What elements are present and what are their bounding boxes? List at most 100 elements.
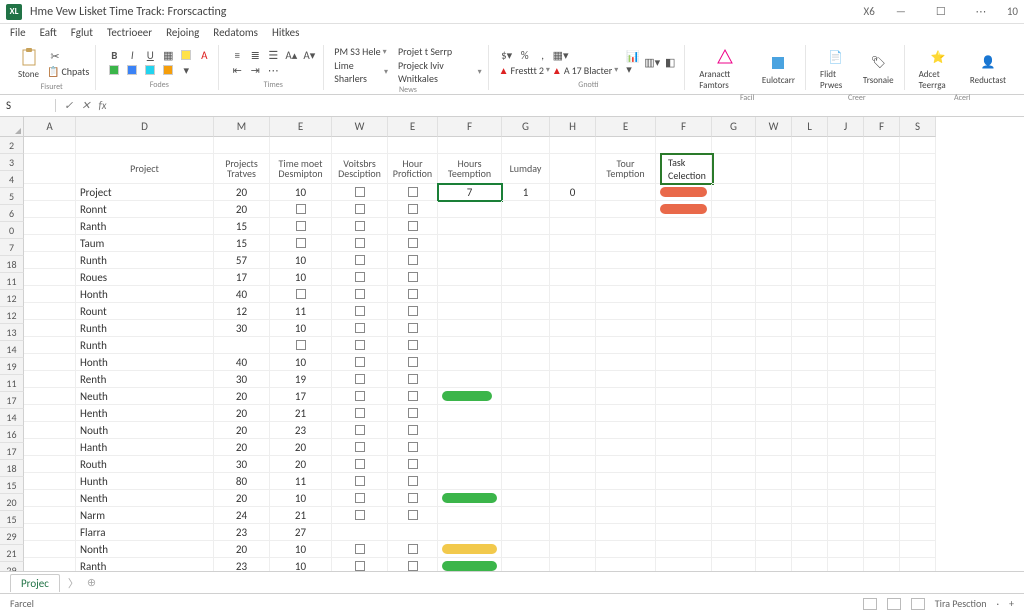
cell[interactable] [900, 137, 936, 154]
cell[interactable] [388, 558, 438, 571]
checkbox[interactable] [408, 340, 418, 350]
cell[interactable]: 80 [214, 473, 270, 490]
cell[interactable] [388, 422, 438, 439]
cell[interactable] [502, 286, 550, 303]
cell[interactable] [438, 286, 502, 303]
cell[interactable] [388, 235, 438, 252]
cell[interactable] [792, 473, 828, 490]
cell[interactable] [270, 218, 332, 235]
cell[interactable] [828, 154, 864, 184]
cell[interactable]: Hour Profiction [388, 154, 438, 184]
cell[interactable] [550, 541, 596, 558]
column-header[interactable]: F [438, 117, 502, 137]
cell[interactable] [502, 354, 550, 371]
cell[interactable]: Flarra [76, 524, 214, 541]
cell[interactable]: 23 [270, 422, 332, 439]
cell[interactable] [864, 524, 900, 541]
cell[interactable]: Runth [76, 320, 214, 337]
cell[interactable] [756, 252, 792, 269]
cell[interactable] [900, 507, 936, 524]
cell[interactable] [828, 137, 864, 154]
checkbox[interactable] [355, 289, 365, 299]
cell[interactable]: 23 [214, 524, 270, 541]
cell[interactable] [502, 456, 550, 473]
cell[interactable] [596, 405, 656, 422]
checkbox[interactable] [408, 544, 418, 554]
cell[interactable]: 0 [550, 184, 596, 201]
cell[interactable] [550, 456, 596, 473]
cell[interactable] [712, 541, 756, 558]
cell[interactable] [756, 558, 792, 571]
column-header[interactable]: J [828, 117, 864, 137]
cell[interactable] [792, 337, 828, 354]
column-header[interactable]: D [76, 117, 214, 137]
cell[interactable] [828, 303, 864, 320]
cell[interactable] [438, 269, 502, 286]
checkbox[interactable] [296, 289, 306, 299]
cell[interactable] [712, 473, 756, 490]
cell[interactable] [596, 490, 656, 507]
cell[interactable] [438, 218, 502, 235]
row-header[interactable]: 3 [0, 154, 24, 171]
cell[interactable] [24, 490, 76, 507]
cell[interactable]: 10 [270, 252, 332, 269]
font-shrink-icon[interactable]: A▾ [301, 48, 317, 62]
cell[interactable]: 11 [270, 303, 332, 320]
cell[interactable] [438, 541, 502, 558]
cell[interactable] [756, 320, 792, 337]
cell[interactable] [24, 218, 76, 235]
align-left-icon[interactable]: ≡ [229, 48, 245, 62]
checkbox[interactable] [408, 425, 418, 435]
checkbox[interactable] [408, 357, 418, 367]
cell[interactable] [332, 507, 388, 524]
cell[interactable] [656, 235, 712, 252]
swatch-orange[interactable] [160, 63, 176, 77]
cell[interactable] [828, 405, 864, 422]
cell[interactable] [388, 184, 438, 201]
cell[interactable] [656, 456, 712, 473]
cell[interactable] [900, 218, 936, 235]
cell[interactable]: Narm [76, 507, 214, 524]
indent-right-icon[interactable]: ⇥ [247, 63, 263, 77]
cell[interactable] [656, 422, 712, 439]
cell[interactable] [712, 507, 756, 524]
cell[interactable]: 23 [214, 558, 270, 571]
cell[interactable]: Roues [76, 269, 214, 286]
cell[interactable] [332, 286, 388, 303]
cell[interactable] [438, 320, 502, 337]
cell[interactable] [864, 154, 900, 184]
row-header[interactable]: 15 [0, 511, 24, 528]
cell[interactable] [792, 286, 828, 303]
cell[interactable] [756, 490, 792, 507]
cell[interactable] [900, 269, 936, 286]
cell[interactable] [900, 303, 936, 320]
cell[interactable] [596, 558, 656, 571]
row-header[interactable]: 11 [0, 375, 24, 392]
menu-review[interactable]: Rejoing [166, 26, 199, 39]
cell[interactable] [864, 269, 900, 286]
tab-next-icon[interactable]: 〉 [68, 575, 79, 591]
cell[interactable] [388, 524, 438, 541]
cell[interactable] [864, 558, 900, 571]
cell[interactable] [388, 439, 438, 456]
cell[interactable] [756, 507, 792, 524]
checkbox[interactable] [408, 391, 418, 401]
cell[interactable] [828, 337, 864, 354]
cell[interactable]: 17 [214, 269, 270, 286]
align-center-icon[interactable]: ≣ [247, 48, 263, 62]
cell[interactable]: Runth [76, 337, 214, 354]
reductast-button[interactable]: 👤Reductast [966, 51, 1010, 88]
cell[interactable] [900, 154, 936, 184]
cell[interactable] [756, 337, 792, 354]
checkbox[interactable] [408, 238, 418, 248]
cell[interactable] [502, 422, 550, 439]
cell[interactable] [388, 269, 438, 286]
cell[interactable] [900, 473, 936, 490]
cell[interactable] [332, 456, 388, 473]
cell[interactable]: 11 [270, 473, 332, 490]
cell[interactable] [550, 154, 596, 184]
cell[interactable] [502, 524, 550, 541]
cell[interactable] [656, 473, 712, 490]
cell[interactable] [24, 473, 76, 490]
cell[interactable] [438, 490, 502, 507]
